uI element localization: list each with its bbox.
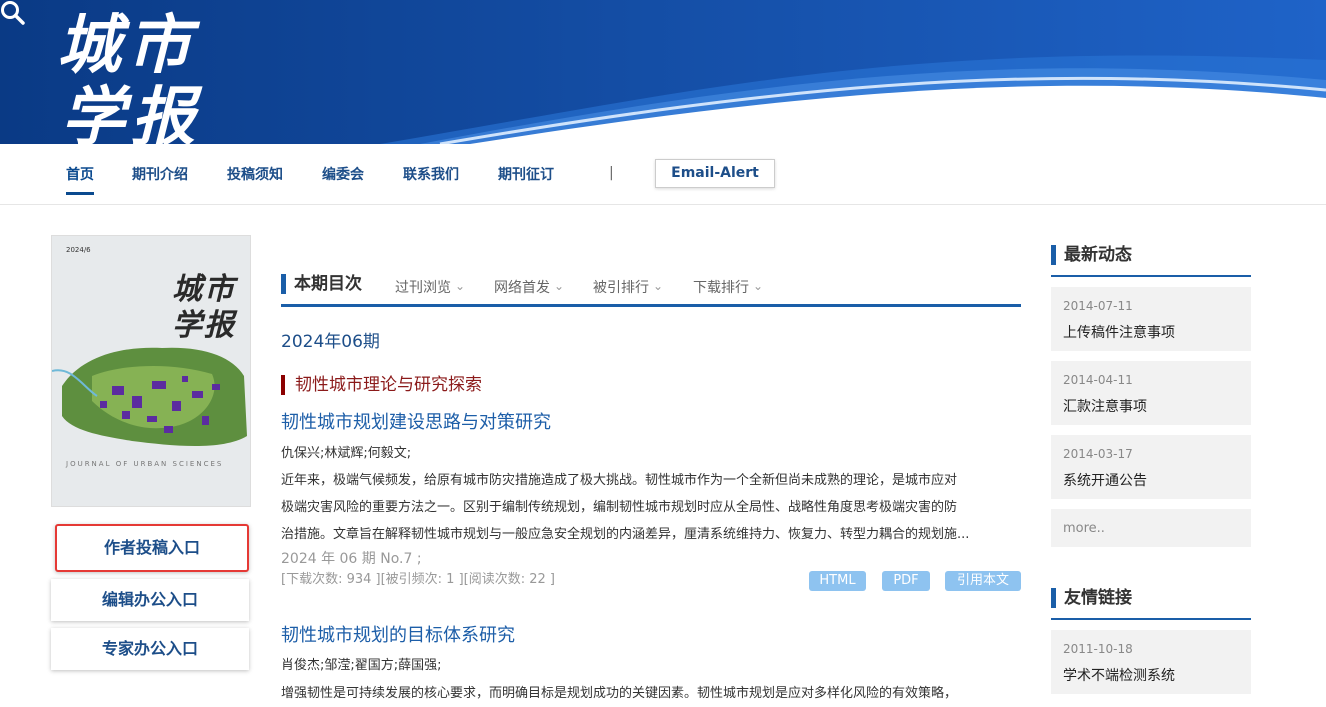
cite-button[interactable]: 引用本文 (945, 571, 1021, 591)
cover-issue: 2024/6 (66, 246, 91, 254)
editor-office-button[interactable]: 编辑办公入口 (51, 579, 249, 621)
abstract-line: 近年来，极端气候频发，给原有城市防灾措施造成了极大挑战。韧性城市作为一个全新但尚… (281, 473, 958, 488)
news-heading-bar: 最新动态 (1051, 245, 1251, 277)
article-abstract: 近年来，极端气候频发，给原有城市防灾措施造成了极大挑战。韧性城市作为一个全新但尚… (281, 467, 1021, 548)
tab-past-issues[interactable]: 过刊浏览 (395, 277, 465, 297)
pdf-button[interactable]: PDF (882, 571, 930, 591)
author-submission-button[interactable]: 作者投稿入口 (55, 524, 249, 572)
news-more[interactable]: more.. (1051, 509, 1251, 547)
cover-title: 城市学报 (172, 272, 236, 343)
article-abstract: 增强韧性是可持续发展的核心要求，而明确目标是规划成功的关键因素。韧性城市规划是应… (281, 680, 1021, 707)
news-heading: 最新动态 (1051, 245, 1132, 265)
article-meta: 2024 年 06 期 No.7 ; (281, 551, 422, 567)
links-heading: 友情链接 (1051, 588, 1132, 608)
tab-most-downloaded[interactable]: 下载排行 (693, 277, 763, 297)
article-title[interactable]: 韧性城市规划建设思路与对策研究 (281, 408, 551, 434)
abstract-line: 增强韧性是可持续发展的核心要求，而明确目标是规划成功的关键因素。韧性城市规划是应… (281, 686, 958, 701)
article-authors: 肖俊杰;邹滢;翟国方;薛国强; (281, 658, 442, 673)
nav-journal-intro[interactable]: 期刊介绍 (132, 164, 188, 184)
html-button[interactable]: HTML (809, 571, 866, 591)
email-alert-button[interactable]: Email-Alert (655, 159, 775, 188)
link-title[interactable]: 学术不端检测系统 (1063, 665, 1175, 685)
expert-office-button[interactable]: 专家办公入口 (51, 628, 249, 670)
header-banner: 城市 学报 (0, 0, 1326, 144)
news-date: 2014-07-11 (1063, 299, 1133, 313)
links-heading-bar: 友情链接 (1051, 588, 1251, 620)
toc-heading: 本期目次 (281, 274, 362, 294)
link-item[interactable]: 2011-10-18 学术不端检测系统 (1051, 630, 1251, 694)
journal-logo[interactable]: 城市 学报 (55, 0, 220, 144)
logo-line2: 学报 (61, 80, 201, 144)
journal-cover-image[interactable]: 2024/6 城市学报 JOURNAL OF URBAN SCIENCES (51, 235, 251, 507)
nav-home[interactable]: 首页 (66, 164, 94, 195)
nav-separator: | (609, 165, 614, 181)
abstract-line: 极端灾害风险的重要方法之一。区别于编制传统规划，编制韧性城市规划时应从全局性、战… (281, 500, 958, 515)
tab-online-first[interactable]: 网络首发 (494, 277, 564, 297)
news-date: 2014-03-17 (1063, 447, 1133, 461)
cover-journal-name: JOURNAL OF URBAN SCIENCES (66, 460, 224, 468)
nav-subscription[interactable]: 期刊征订 (498, 164, 554, 184)
issue-date: 2024年06期 (281, 332, 380, 352)
nav-editorial-board[interactable]: 编委会 (322, 164, 364, 184)
more-link[interactable]: more.. (1063, 521, 1105, 536)
news-title[interactable]: 系统开通公告 (1063, 470, 1147, 490)
link-date: 2011-10-18 (1063, 642, 1133, 656)
nav-submission-guide[interactable]: 投稿须知 (227, 164, 283, 184)
tab-most-cited[interactable]: 被引排行 (593, 277, 663, 297)
news-item[interactable]: 2014-07-11 上传稿件注意事项 (1051, 287, 1251, 351)
nav-contact-us[interactable]: 联系我们 (403, 164, 459, 184)
news-date: 2014-04-11 (1063, 373, 1133, 387)
toc-tab-bar: 本期目次 过刊浏览 网络首发 被引排行 下载排行 (281, 272, 1021, 307)
news-item[interactable]: 2014-04-11 汇款注意事项 (1051, 361, 1251, 425)
article-title[interactable]: 韧性城市规划的目标体系研究 (281, 621, 515, 647)
section-title: 韧性城市理论与研究探索 (281, 375, 482, 395)
article-counts: [下载次数: 934 ][被引频次: 1 ][阅读次数: 22 ] (281, 572, 555, 587)
search-icon[interactable] (0, 0, 26, 26)
abstract-line: 治措施。文章旨在解释韧性城市规划与一般应急安全规划的内涵差异，厘清系统维持力、恢… (281, 527, 970, 542)
article-authors: 仇保兴;林斌辉;何毅文; (281, 446, 412, 461)
news-title[interactable]: 汇款注意事项 (1063, 396, 1147, 416)
news-item[interactable]: 2014-03-17 系统开通公告 (1051, 435, 1251, 499)
news-title[interactable]: 上传稿件注意事项 (1063, 322, 1175, 342)
